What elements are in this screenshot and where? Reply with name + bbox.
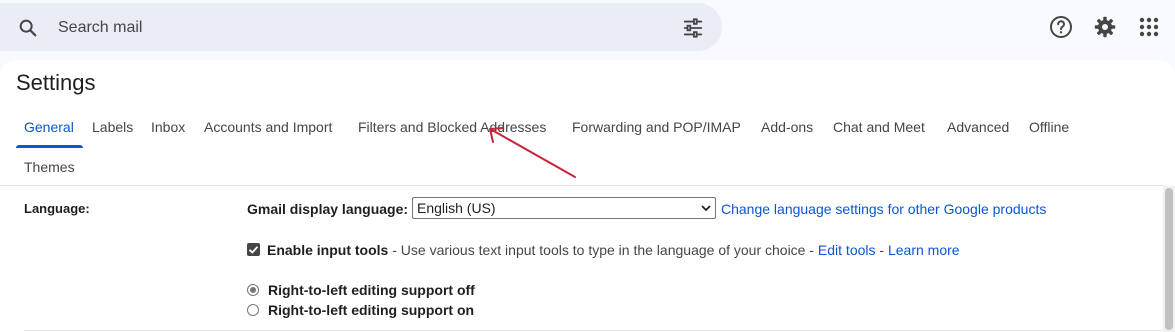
tab-forwarding-and-pop-imap[interactable]: Forwarding and POP/IMAP	[572, 119, 741, 135]
annotation-arrow-icon	[489, 127, 576, 178]
input-tools-description: - Use various text input tools to type i…	[388, 242, 818, 258]
edit-tools-link[interactable]: Edit tools	[818, 242, 876, 258]
active-tab-indicator	[16, 145, 83, 148]
search-icon[interactable]	[17, 17, 39, 39]
apps-grid-icon[interactable]	[1137, 15, 1161, 39]
tab-chat-and-meet[interactable]: Chat and Meet	[833, 119, 925, 135]
row-divider	[24, 330, 1163, 331]
rtl-off-label[interactable]: Right-to-left editing support off	[268, 282, 475, 298]
tab-inbox[interactable]: Inbox	[151, 119, 185, 135]
tune-icon[interactable]	[682, 17, 704, 39]
input-tools-checkbox[interactable]	[247, 243, 260, 256]
chevron-down-icon	[701, 205, 711, 212]
change-language-link[interactable]: Change language settings for other Googl…	[721, 201, 1046, 217]
input-tools-row: Enable input tools - Use various text in…	[267, 242, 960, 258]
selected-language: English (US)	[417, 200, 496, 216]
rtl-on-radio[interactable]	[247, 304, 259, 316]
tab-advanced[interactable]: Advanced	[947, 119, 1009, 135]
tab-offline[interactable]: Offline	[1029, 119, 1069, 135]
checkmark-icon	[248, 246, 259, 254]
page-title: Settings	[16, 70, 96, 95]
search-input[interactable]	[56, 13, 660, 43]
gear-icon[interactable]	[1093, 15, 1117, 39]
rtl-off-radio[interactable]	[247, 284, 259, 296]
tabs-divider	[0, 185, 1163, 186]
tab-labels[interactable]: Labels	[92, 119, 133, 135]
tab-accounts-and-import[interactable]: Accounts and Import	[204, 119, 332, 135]
rtl-on-label[interactable]: Right-to-left editing support on	[268, 302, 474, 318]
tab-themes[interactable]: Themes	[24, 159, 75, 175]
display-language-label: Gmail display language:	[247, 201, 409, 217]
language-section-label: Language:	[24, 201, 90, 216]
help-icon[interactable]	[1049, 15, 1073, 39]
input-tools-label: Enable input tools	[267, 242, 389, 258]
input-tools-separator: -	[875, 242, 888, 258]
display-language-select[interactable]: English (US)	[412, 197, 716, 219]
scrollbar-thumb[interactable]	[1165, 188, 1173, 330]
search-bar[interactable]	[0, 3, 722, 51]
tab-general[interactable]: General	[24, 119, 74, 135]
settings-panel: Settings General Labels Inbox Accounts a…	[0, 60, 1175, 332]
tab-add-ons[interactable]: Add-ons	[761, 119, 813, 135]
learn-more-link[interactable]: Learn more	[888, 242, 960, 258]
vertical-scrollbar[interactable]	[1163, 186, 1175, 332]
